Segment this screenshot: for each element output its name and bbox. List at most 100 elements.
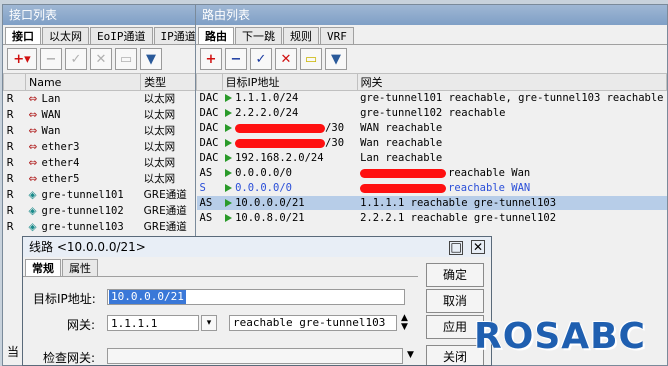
filter-route-icon[interactable]: ▼ bbox=[325, 48, 347, 70]
route-active-icon bbox=[225, 124, 233, 132]
table-row[interactable]: AS 10.0.8.0/21 2.2.2.1 reachable gre-tunne… bbox=[196, 210, 667, 226]
route-gateway: 2.2.2.1 reachable gre-tunnel102 bbox=[360, 212, 557, 224]
remove-route-button[interactable]: − bbox=[225, 48, 247, 70]
comment-button[interactable]: ▭ bbox=[115, 48, 137, 70]
route-flag: S bbox=[196, 180, 223, 196]
interface-toolbar: +▾ − ✓ ✕ ▭ ▼ bbox=[3, 45, 197, 73]
disable-route-button[interactable]: ✕ bbox=[275, 48, 297, 70]
table-row[interactable]: R ◈ gre-tunnel101 GRE通道 bbox=[3, 186, 197, 203]
flag-column-header[interactable] bbox=[3, 73, 26, 91]
add-button[interactable]: +▾ bbox=[7, 48, 37, 70]
route-table: 目标IP地址 网关 DAC 1.1.1.0/24 gre-tunnel101 rea… bbox=[196, 73, 667, 226]
route-flag: AS bbox=[196, 195, 223, 211]
interface-type: 以太网 bbox=[140, 106, 197, 123]
add-route-button[interactable]: + bbox=[200, 48, 222, 70]
ethernet-icon: ⇔ bbox=[28, 124, 38, 137]
table-row[interactable]: DAC 192.168.2.0/24 Lan reachable bbox=[196, 150, 667, 166]
route-gateway: WAN reachable bbox=[360, 122, 443, 134]
filter-icon[interactable]: ▼ bbox=[140, 48, 162, 70]
table-row[interactable]: R ⇔ ether4 以太网 bbox=[3, 154, 197, 171]
tunnel-icon: ◈ bbox=[28, 188, 37, 201]
interface-name: Wan bbox=[41, 124, 61, 137]
status-bar-text: 当 bbox=[7, 345, 20, 359]
interface-type: 以太网 bbox=[140, 90, 197, 107]
disable-button[interactable]: ✕ bbox=[90, 48, 112, 70]
check-gateway-dropdown-icon[interactable]: ▼ bbox=[407, 350, 414, 360]
table-row[interactable]: R ⇔ ether3 以太网 bbox=[3, 138, 197, 155]
tab-rules[interactable]: 规则 bbox=[283, 27, 319, 44]
interface-name: WAN bbox=[41, 108, 61, 121]
tab-ethernet[interactable]: 以太网 bbox=[42, 27, 89, 44]
interface-type: 以太网 bbox=[140, 138, 197, 155]
row-flag: R bbox=[3, 154, 26, 171]
table-row[interactable]: S 0.0.0.0/0 reachable WAN bbox=[196, 180, 667, 196]
table-row[interactable]: R ⇔ Wan 以太网 bbox=[3, 122, 197, 139]
tab-nexthop[interactable]: 下一跳 bbox=[235, 27, 282, 44]
tab-routes[interactable]: 路由 bbox=[198, 27, 234, 44]
enable-button[interactable]: ✓ bbox=[65, 48, 87, 70]
maximize-icon[interactable]: □ bbox=[449, 241, 464, 255]
route-toolbar: + − ✓ ✕ ▭ ▼ bbox=[196, 45, 667, 73]
tunnel-icon: ◈ bbox=[28, 220, 37, 233]
table-row[interactable]: R ◈ gre-tunnel102 GRE通道 bbox=[3, 202, 197, 219]
redacted-mark bbox=[360, 168, 447, 178]
route-dst: /30 bbox=[325, 122, 345, 134]
gateway-up-down-icon[interactable]: ▲ ▼ bbox=[401, 314, 408, 332]
route-flag-column-header[interactable] bbox=[196, 73, 223, 91]
check-gateway-select[interactable] bbox=[107, 348, 403, 364]
tab-vrf[interactable]: VRF bbox=[320, 27, 354, 44]
route-flag: DAC bbox=[196, 150, 223, 166]
route-gateway: reachable Wan bbox=[448, 167, 531, 179]
tab-eoip[interactable]: EoIP通道 bbox=[90, 27, 153, 44]
row-flag: R bbox=[3, 90, 26, 107]
dst-column-header[interactable]: 目标IP地址 bbox=[221, 73, 358, 91]
type-column-header[interactable]: 类型 bbox=[140, 73, 197, 91]
row-flag: R bbox=[3, 170, 26, 187]
tab-interface[interactable]: 接口 bbox=[5, 27, 41, 44]
cancel-button[interactable]: 取消 bbox=[426, 289, 484, 313]
table-row[interactable]: DAC/30 Wan reachable bbox=[196, 135, 667, 151]
route-dst: 0.0.0.0/0 bbox=[235, 167, 292, 179]
table-row[interactable]: AS 0.0.0.0/0 reachable Wan bbox=[196, 165, 667, 181]
route-edit-dialog: 线路 <10.0.0.0/21> □ ✕ 常规 属性 目标IP地址: 10.0.… bbox=[22, 236, 492, 366]
interface-name: Lan bbox=[41, 92, 61, 105]
table-row[interactable]: DAC/30 WAN reachable bbox=[196, 120, 667, 136]
route-flag: DAC bbox=[196, 90, 223, 106]
interface-type: GRE通道 bbox=[140, 202, 197, 219]
table-row[interactable]: DAC 1.1.1.0/24 gre-tunnel101 reachable, gr… bbox=[196, 90, 667, 106]
row-flag: R bbox=[3, 218, 26, 235]
interface-table: Name 类型 R ⇔ Lan 以太网 R ⇔ WAN 以太网 R ⇔ Wan 以太网 R ⇔ ether3… bbox=[3, 73, 197, 235]
tab-general[interactable]: 常规 bbox=[25, 259, 61, 276]
route-gateway: gre-tunnel102 reachable bbox=[360, 107, 506, 119]
table-row[interactable]: R ⇔ Lan 以太网 bbox=[3, 90, 197, 107]
ethernet-icon: ⇔ bbox=[28, 172, 38, 185]
interface-name: gre-tunnel103 bbox=[41, 220, 124, 233]
comment-route-button[interactable]: ▭ bbox=[300, 48, 322, 70]
close-icon[interactable]: ✕ bbox=[471, 240, 485, 254]
table-row[interactable]: AS 10.0.0.0/21 1.1.1.1 reachable gre-tunne… bbox=[196, 195, 667, 211]
remove-button[interactable]: − bbox=[40, 48, 62, 70]
row-flag: R bbox=[3, 106, 26, 123]
tab-attributes[interactable]: 属性 bbox=[62, 259, 98, 276]
table-row[interactable]: DAC 2.2.2.0/24 gre-tunnel102 reachable bbox=[196, 105, 667, 121]
gateway-column-header[interactable]: 网关 bbox=[356, 73, 667, 91]
table-row[interactable]: R ◈ gre-tunnel103 GRE通道 bbox=[3, 218, 197, 235]
enable-route-button[interactable]: ✓ bbox=[250, 48, 272, 70]
interface-name: ether3 bbox=[41, 140, 80, 153]
tab-ip-tunnel[interactable]: IP通道 bbox=[153, 27, 197, 44]
tunnel-icon: ◈ bbox=[28, 204, 37, 217]
row-flag: R bbox=[3, 138, 26, 155]
route-active-icon bbox=[225, 169, 233, 177]
interface-type: 以太网 bbox=[140, 170, 197, 187]
gateway-dropdown-icon[interactable]: ▾ bbox=[201, 315, 217, 331]
route-active-icon bbox=[225, 214, 233, 222]
ok-button[interactable]: 确定 bbox=[426, 263, 484, 287]
ethernet-icon: ⇔ bbox=[28, 108, 38, 121]
table-row[interactable]: R ⇔ ether5 以太网 bbox=[3, 170, 197, 187]
gateway-status: reachable gre-tunnel103 bbox=[229, 315, 397, 331]
name-column-header[interactable]: Name bbox=[24, 73, 142, 91]
interface-type: 以太网 bbox=[140, 154, 197, 171]
route-dst: /30 bbox=[325, 137, 345, 149]
gateway-input[interactable] bbox=[107, 315, 199, 331]
table-row[interactable]: R ⇔ WAN 以太网 bbox=[3, 106, 197, 123]
